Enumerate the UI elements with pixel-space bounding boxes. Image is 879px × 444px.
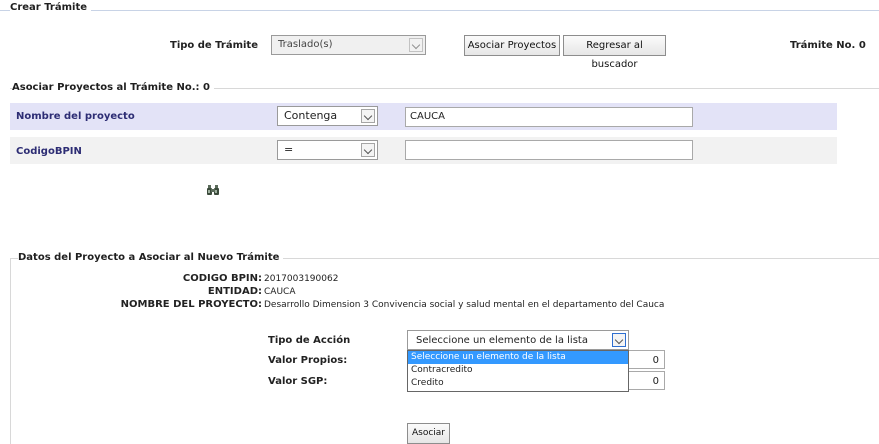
tipo-accion-select[interactable]: Seleccione un elemento de la lista xyxy=(407,330,629,350)
tipo-accion-value: Seleccione un elemento de la lista xyxy=(416,335,588,346)
chevron-down-icon xyxy=(361,143,375,157)
asociar-proyectos-button[interactable]: Asociar Proyectos xyxy=(464,35,560,56)
top-border xyxy=(0,10,879,11)
chevron-down-icon xyxy=(612,333,626,347)
valor-propios-label: Valor Propios: xyxy=(268,355,348,366)
tipo-tramite-value: Traslado(s) xyxy=(278,39,333,50)
filter-operator-value: Contenga xyxy=(284,109,338,122)
valor-propios-value: 0 xyxy=(652,355,659,366)
dropdown-option[interactable]: Seleccione un elemento de la lista xyxy=(408,351,628,364)
tipo-accion-label: Tipo de Acción xyxy=(268,335,351,346)
nombre-proyecto-label: NOMBRE DEL PROYECTO: xyxy=(120,299,262,310)
tipo-accion-dropdown: Seleccione un elemento de la lista Contr… xyxy=(407,350,629,392)
chevron-down-icon xyxy=(409,38,423,52)
regresar-buscador-button[interactable]: Regresar al buscador xyxy=(563,35,666,70)
entidad-value: CAUCA xyxy=(264,287,296,297)
bpin-value: 2017003190062 xyxy=(264,274,339,284)
datos-left-border xyxy=(10,258,11,444)
tramite-number: Trámite No. 0 xyxy=(790,40,866,51)
binoculars-icon[interactable] xyxy=(206,185,220,196)
filter-operator-nombre[interactable]: Contenga xyxy=(277,106,378,126)
valor-sgp-label: Valor SGP: xyxy=(268,376,328,387)
filter-value-nombre[interactable]: CAUCA xyxy=(405,107,693,127)
valor-sgp-value: 0 xyxy=(652,376,659,387)
tipo-tramite-label: Tipo de Trámite xyxy=(170,40,258,51)
datos-legend: Datos del Proyecto a Asociar al Nuevo Tr… xyxy=(18,252,284,263)
asociar-legend: Asociar Proyectos al Trámite No.: 0 xyxy=(12,82,214,93)
chevron-down-icon xyxy=(361,109,375,123)
bpin-label: CODIGO BPIN: xyxy=(182,273,262,284)
filter-operator-value: = xyxy=(284,143,294,156)
entidad-label: ENTIDAD: xyxy=(207,286,262,297)
filter-label-bpin: CodigoBPIN xyxy=(16,146,82,157)
filter-value-bpin[interactable] xyxy=(405,140,693,160)
filter-value-text: CAUCA xyxy=(410,111,445,122)
dropdown-option[interactable]: Credito xyxy=(408,377,628,390)
dropdown-option[interactable]: Contracredito xyxy=(408,364,628,377)
asociar-button[interactable]: Asociar xyxy=(407,423,450,444)
tipo-tramite-select[interactable]: Traslado(s) xyxy=(271,35,426,55)
filter-operator-bpin[interactable]: = xyxy=(277,140,378,160)
crear-tramite-legend: Crear Trámite xyxy=(10,2,92,13)
nombre-proyecto-value: Desarrollo Dimension 3 Convivencia socia… xyxy=(264,300,665,310)
filter-label-nombre: Nombre del proyecto xyxy=(16,111,135,122)
